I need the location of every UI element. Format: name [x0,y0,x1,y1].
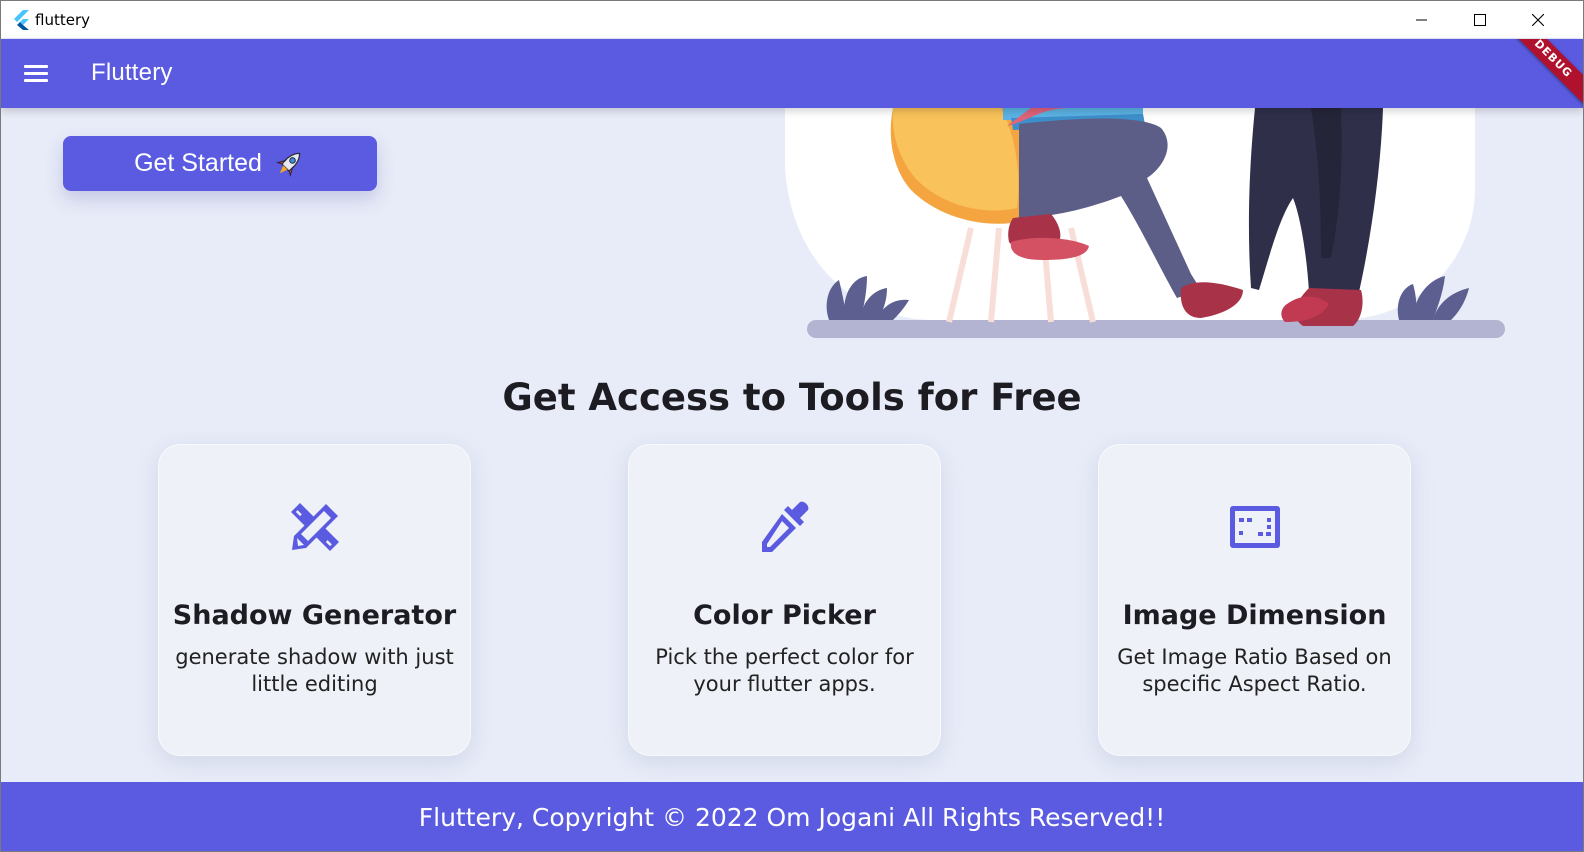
debug-banner: DEBUG [1503,39,1583,108]
hamburger-menu-icon[interactable] [21,59,51,89]
main-content: Get Started Get Access to Tools for Free… [1,108,1583,782]
design-services-icon [291,503,339,551]
card-title: Color Picker [693,600,876,631]
card-title: Image Dimension [1122,600,1387,631]
card-description: generate shadow with just little editing [175,645,454,696]
get-started-button[interactable]: Get Started [63,136,377,191]
rocket-icon [275,152,301,177]
shadow-generator-card[interactable]: Shadow Generator generate shadow with ju… [158,444,471,756]
app-title: Fluttery [91,59,173,86]
eyedropper-icon [762,501,809,552]
tools-heading: Get Access to Tools for Free [502,376,1082,419]
close-window-button[interactable] [1509,1,1567,38]
flutter-logo-icon [14,10,29,30]
app-window: fluttery Fluttery DEBUG Get Started Get … [0,0,1584,852]
window-titlebar: fluttery [1,1,1583,38]
minimize-button[interactable] [1393,1,1451,38]
maximize-icon [1474,13,1486,26]
minimize-icon [1416,19,1427,20]
footer-copyright: Fluttery, Copyright © 2022 Om Jogani All… [418,803,1166,832]
footer: Fluttery, Copyright © 2022 Om Jogani All… [1,782,1583,851]
card-description: Pick the perfect color for your flutter … [655,645,914,696]
hero-illustration [785,108,1505,338]
close-icon [1532,13,1544,26]
card-title: Shadow Generator [172,600,457,631]
aspect-ratio-icon [1230,506,1280,548]
get-started-label: Get Started [134,149,262,177]
color-picker-card[interactable]: Color Picker Pick the perfect color for … [628,444,941,756]
app-bar: Fluttery DEBUG [1,39,1583,108]
window-title: fluttery [35,11,90,29]
card-description: Get Image Ratio Based on specific Aspect… [1117,645,1392,696]
image-dimension-card[interactable]: Image Dimension Get Image Ratio Based on… [1098,444,1411,756]
maximize-button[interactable] [1451,1,1509,38]
